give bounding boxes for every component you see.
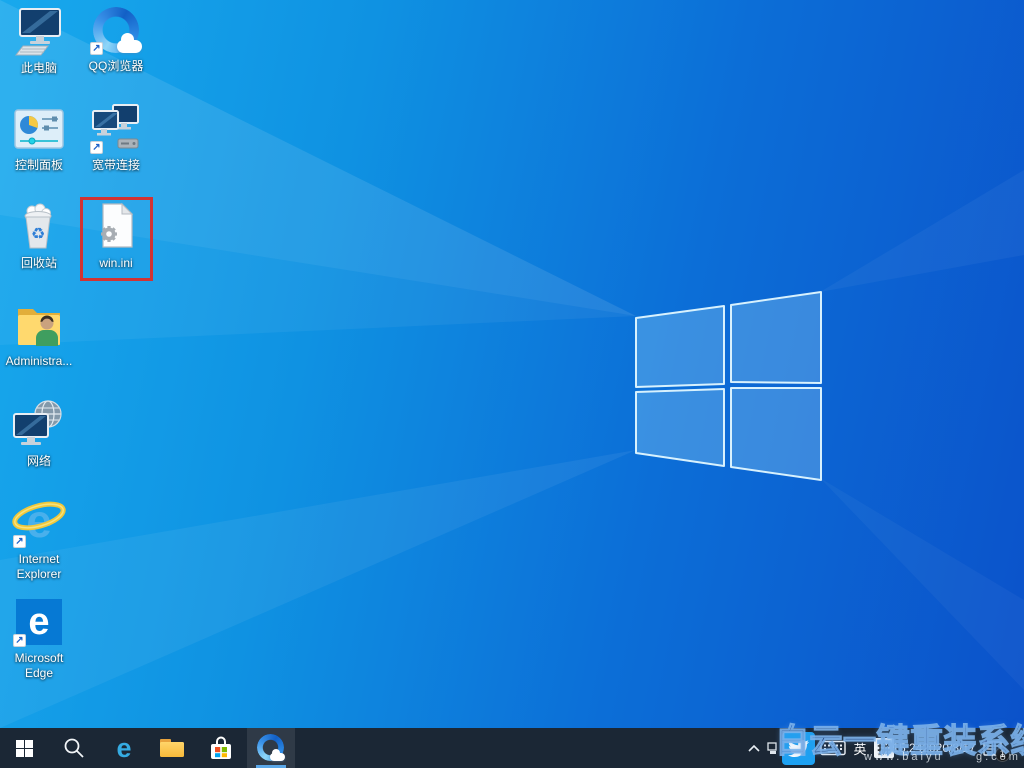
desktop-icon-microsoft-edge[interactable]: e ↗ Microsoft Edge (1, 596, 77, 681)
user-folder-icon (12, 299, 66, 351)
qq-browser-icon (257, 734, 285, 762)
desktop-icon-label: QQ浏览器 (89, 59, 144, 74)
desktop-icon-admin-folder[interactable]: Administra... (1, 299, 77, 369)
desktop-screen: 此电脑 控制面板 ♻ (0, 0, 1024, 768)
action-center-button[interactable]: 1 (974, 728, 1010, 768)
desktop-icon-this-pc[interactable]: 此电脑 (1, 6, 77, 76)
desktop-icon-label: win.ini (99, 256, 132, 271)
ini-file-icon (89, 201, 143, 253)
tray-hidden-app-icon[interactable] (767, 728, 777, 768)
desktop-icon-label: 回收站 (21, 256, 57, 271)
desktop-icon-qq-browser[interactable]: ↗ QQ浏览器 (78, 4, 154, 74)
tray-date: 2020/8/17 (922, 741, 975, 755)
desktop-icon-label: 此电脑 (21, 61, 57, 76)
desktop-icon-control-panel[interactable]: 控制面板 (1, 103, 77, 173)
search-icon (63, 737, 85, 759)
broadband-connection-icon: ↗ (89, 103, 143, 155)
ime-pinyin-indicator[interactable]: 拼 (874, 728, 894, 768)
desktop-icon-label: Internet Explorer (1, 552, 77, 582)
control-panel-icon (12, 103, 66, 155)
show-hidden-icons-button[interactable] (746, 728, 762, 768)
shortcut-arrow-icon: ↗ (13, 634, 26, 647)
windows-start-icon (16, 740, 33, 757)
twitter-bird-icon (788, 738, 809, 759)
recycle-symbol: ♻ (31, 224, 45, 243)
chevron-up-icon (748, 744, 760, 752)
network-icon (12, 399, 66, 451)
search-button[interactable] (52, 728, 96, 768)
taskbar-clock[interactable]: 15:24 2020/8/17 (899, 728, 969, 768)
shortcut-arrow-icon: ↗ (13, 535, 26, 548)
microsoft-edge-icon: e ↗ (12, 596, 66, 648)
notification-badge: 1 (995, 747, 1010, 762)
qq-cloud (117, 40, 142, 53)
recycle-bin-icon: ♻ (12, 201, 66, 253)
desktop-icon-label: 控制面板 (15, 158, 63, 173)
start-button[interactable] (2, 728, 46, 768)
tray-time: 15:24 (892, 741, 922, 755)
desktop-icon-label: Administra... (6, 354, 73, 369)
edge-icon: e (116, 735, 131, 762)
desktop-icon-label: 宽带连接 (92, 158, 140, 173)
taskbar-edge-button[interactable]: e (102, 728, 146, 768)
touch-keyboard-button[interactable] (820, 728, 846, 768)
taskbar: e (0, 728, 1024, 768)
ime-language-indicator[interactable]: 英 (851, 728, 869, 768)
microsoft-store-icon (208, 735, 234, 761)
shortcut-arrow-icon: ↗ (90, 141, 103, 154)
desktop-icon-win-ini[interactable]: win.ini (78, 201, 154, 271)
microsoft-store-button[interactable] (199, 728, 243, 768)
twitter-tray-icon[interactable] (782, 728, 815, 768)
file-explorer-icon (160, 739, 184, 757)
desktop-icon-recycle-bin[interactable]: ♻ 回收站 (1, 201, 77, 271)
qq-browser-icon: ↗ (89, 4, 143, 56)
this-pc-icon (12, 6, 66, 58)
desktop-icon-label: 网络 (27, 454, 51, 469)
file-explorer-button[interactable] (150, 728, 194, 768)
system-tray: 英 拼 15:24 2020/8/17 1 (746, 728, 1024, 768)
desktop-icon-broadband[interactable]: ↗ 宽带连接 (78, 103, 154, 173)
keyboard-icon (820, 739, 846, 757)
desktop-icon-internet-explorer[interactable]: e ↗ Internet Explorer (1, 497, 77, 582)
shortcut-arrow-icon: ↗ (90, 42, 103, 55)
desktop-icon-network[interactable]: 网络 (1, 399, 77, 469)
desktop-icon-label: Microsoft Edge (1, 651, 77, 681)
taskbar-qq-browser-button[interactable] (247, 728, 295, 768)
internet-explorer-icon: e ↗ (12, 497, 66, 549)
windows-logo-wallpaper (630, 285, 830, 485)
